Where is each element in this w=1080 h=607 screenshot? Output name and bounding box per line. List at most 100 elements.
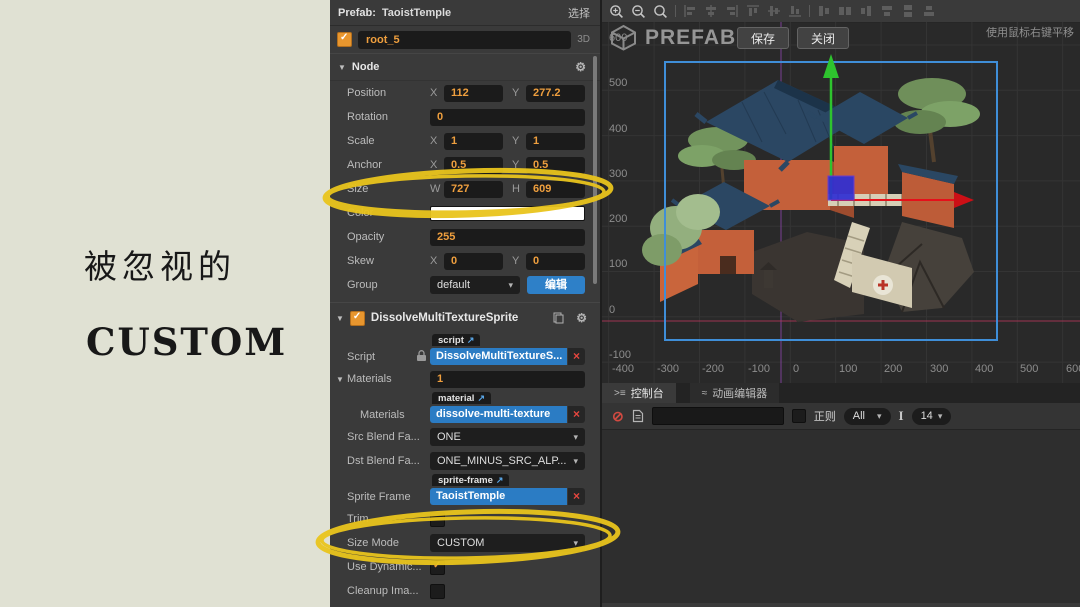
chevron-down-icon [877, 411, 882, 422]
distribute-left-icon[interactable] [817, 4, 831, 18]
tag-text: script [438, 335, 464, 346]
ruler-x-label: -400 [612, 363, 634, 375]
use-dynamic-checkbox[interactable] [430, 560, 445, 575]
node-section-header[interactable]: Node [330, 53, 600, 81]
size-h-input[interactable]: 609 [526, 181, 585, 198]
gizmo-origin-cube[interactable] [828, 176, 854, 200]
gizmo-x-arrowhead[interactable] [954, 192, 974, 208]
group-edit-button[interactable]: 编辑 [527, 276, 585, 294]
distribute-right-icon[interactable] [859, 4, 873, 18]
font-size-dropdown[interactable]: 14 [912, 408, 952, 425]
position-y-input[interactable]: 277.2 [526, 85, 585, 102]
close-button[interactable]: 关闭 [797, 27, 849, 49]
docs-icon[interactable] [553, 312, 564, 324]
node-name-input[interactable]: root_5 [358, 31, 571, 49]
align-middle-icon[interactable] [767, 4, 781, 18]
tab-console[interactable]: 控制台 [602, 383, 676, 403]
opacity-row: Opacity 255 [330, 225, 600, 249]
dst-blend-dropdown[interactable]: ONE_MINUS_SRC_ALP... [430, 452, 585, 470]
regex-checkbox[interactable] [792, 409, 806, 423]
external-link-icon[interactable] [477, 393, 485, 404]
clear-console-icon[interactable] [612, 408, 624, 425]
select-link[interactable]: 选择 [568, 5, 590, 21]
component-enabled-checkbox[interactable] [350, 311, 365, 326]
opacity-input[interactable]: 255 [430, 229, 585, 246]
log-level-dropdown[interactable]: All [844, 408, 891, 425]
rotation-label: Rotation [347, 111, 430, 123]
scale-y-input[interactable]: 1 [526, 133, 585, 150]
save-button[interactable]: 保存 [737, 27, 789, 49]
src-blend-dropdown[interactable]: ONE [430, 428, 585, 446]
src-blend-row: Src Blend Fa... ONE [330, 425, 600, 449]
gizmo-y-arrowhead[interactable] [823, 54, 839, 78]
y-axis-label: Y [512, 87, 526, 99]
use-dynamic-label: Use Dynamic... [347, 561, 430, 573]
gear-icon[interactable] [576, 311, 587, 325]
collapse-triangle-icon[interactable] [338, 63, 346, 72]
align-left-icon[interactable] [683, 4, 697, 18]
zoom-out-icon[interactable] [631, 4, 646, 19]
distribute-bottom-icon[interactable] [922, 4, 936, 18]
log-file-icon[interactable] [632, 409, 644, 423]
collapse-triangle-icon[interactable] [336, 314, 344, 323]
align-center-h-icon[interactable] [704, 4, 718, 18]
distribute-middle-icon[interactable] [901, 4, 915, 18]
remove-asset-button[interactable]: × [568, 348, 585, 365]
bottom-tabbar: 控制台 动画编辑器 [602, 383, 1080, 403]
x-axis-label: X [430, 159, 444, 171]
component-header[interactable]: DissolveMultiTextureSprite [330, 302, 600, 333]
skew-label: Skew [347, 255, 430, 267]
distribute-center-h-icon[interactable] [838, 4, 852, 18]
materials-count-input[interactable]: 1 [430, 371, 585, 388]
zoom-in-icon[interactable] [609, 4, 624, 19]
size-w-input[interactable]: 727 [444, 181, 503, 198]
distribute-top-icon[interactable] [880, 4, 894, 18]
remove-asset-button[interactable]: × [568, 488, 585, 505]
skew-x-input[interactable]: 0 [444, 253, 503, 270]
chevron-down-icon [573, 432, 578, 443]
script-asset-field[interactable]: DissolveMultiTextureS... [430, 348, 567, 365]
trim-checkbox[interactable] [430, 512, 445, 527]
script-tag-row: script [330, 333, 600, 346]
align-right-icon[interactable] [725, 4, 739, 18]
skew-y-input[interactable]: 0 [526, 253, 585, 270]
ruler-x-label: 0 [793, 363, 799, 375]
external-link-icon[interactable] [496, 475, 504, 486]
collapse-triangle-icon[interactable] [336, 375, 347, 384]
align-bottom-icon[interactable] [788, 4, 802, 18]
scale-x-input[interactable]: 1 [444, 133, 503, 150]
y-axis-label: Y [512, 255, 526, 267]
cleanup-checkbox[interactable] [430, 584, 445, 599]
material-asset-tag: material [432, 392, 491, 404]
cleanup-label: Cleanup Ima... [347, 585, 430, 597]
console-toolbar: 正则 All I 14 [602, 403, 1080, 430]
anchor-y-input[interactable]: 0.5 [526, 157, 585, 174]
gear-icon[interactable] [575, 60, 586, 74]
position-x-input[interactable]: 112 [444, 85, 503, 102]
rotation-input[interactable]: 0 [430, 109, 585, 126]
script-row: Script DissolveMultiTextureS... × [330, 346, 600, 367]
regex-label: 正则 [814, 408, 836, 424]
trim-row: Trim [330, 507, 600, 531]
remove-asset-button[interactable]: × [568, 406, 585, 423]
color-swatch[interactable] [430, 206, 585, 221]
size-mode-dropdown[interactable]: CUSTOM [430, 534, 585, 552]
anchor-x-input[interactable]: 0.5 [444, 157, 503, 174]
material-asset-field[interactable]: dissolve-multi-texture [430, 406, 567, 423]
3d-badge[interactable]: 3D [577, 34, 590, 45]
node-active-checkbox[interactable] [337, 32, 352, 47]
scene-canvas[interactable] [602, 22, 1080, 383]
group-dropdown[interactable]: default [430, 276, 520, 294]
zoom-reset-icon[interactable] [653, 4, 668, 19]
external-link-icon[interactable] [467, 335, 475, 346]
ruler-x-label: -200 [702, 363, 724, 375]
inspector-scrollbar[interactable] [593, 56, 597, 284]
dst-blend-label: Dst Blend Fa... [347, 455, 430, 467]
align-top-icon[interactable] [746, 4, 760, 18]
console-filter-input[interactable] [652, 407, 784, 425]
prefab-name: TaoistTemple [382, 7, 451, 19]
sprite-frame-asset-field[interactable]: TaoistTemple [430, 488, 567, 505]
position-row: Position X 112 Y 277.2 [330, 81, 600, 105]
scene-toolbar [602, 0, 1080, 23]
tab-animation-editor[interactable]: 动画编辑器 [690, 383, 780, 403]
